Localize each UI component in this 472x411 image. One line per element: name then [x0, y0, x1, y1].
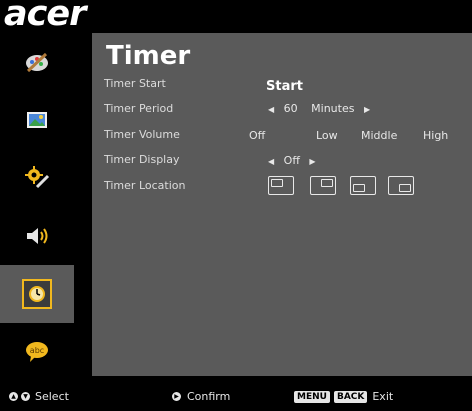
timer-volume-option-high[interactable]: High [423, 129, 448, 142]
timer-start-button[interactable]: Start [266, 79, 303, 94]
location-marker [353, 184, 365, 192]
timer-location-top-left[interactable] [268, 176, 294, 195]
timer-period-value: 60 [283, 102, 298, 115]
up-arrow-icon: ▲ [9, 392, 18, 401]
left-arrow-icon[interactable]: ◀ [268, 105, 274, 114]
timer-location-bottom-right[interactable] [388, 176, 414, 195]
down-arrow-icon: ▼ [21, 392, 30, 401]
timer-location-top-right[interactable] [310, 176, 336, 195]
acer-logo: acer [4, 0, 86, 34]
footer-help-bar: ▲ ▼ Select ▶ Confirm MENU BACK Exit [0, 376, 472, 411]
timer-start-label: Timer Start [104, 77, 166, 90]
timer-volume-option-low[interactable]: Low [316, 129, 338, 142]
palette-brush-icon [24, 51, 50, 73]
menu-key: MENU [294, 390, 330, 403]
timer-period-unit: Minutes [311, 102, 355, 115]
location-marker [321, 179, 333, 187]
location-marker [271, 179, 283, 187]
location-marker [399, 184, 411, 192]
page-title: Timer [106, 41, 191, 71]
timer-display-value: Off [283, 154, 300, 167]
timer-display-control[interactable]: ◀ Off ▶ [268, 154, 316, 167]
svg-text:abc: abc [30, 346, 44, 355]
select-hint: ▲ ▼ Select [9, 390, 69, 403]
confirm-label: Confirm [187, 390, 231, 403]
exit-hint: MENU BACK Exit [294, 390, 393, 403]
timer-period-control[interactable]: ◀ 60 Minutes ▶ [268, 102, 370, 115]
sidebar-item-color[interactable] [0, 33, 74, 91]
right-arrow-icon: ▶ [172, 392, 181, 401]
timer-volume-option-off[interactable]: Off [249, 129, 265, 142]
back-key: BACK [333, 390, 368, 403]
sidebar-item-timer[interactable] [0, 265, 74, 323]
exit-label: Exit [372, 390, 394, 403]
sidebar-item-audio[interactable] [0, 207, 74, 265]
speech-bubble-abc-icon: abc [24, 341, 50, 363]
top-bar: acer [0, 0, 472, 34]
clock-icon [28, 285, 46, 303]
left-arrow-icon[interactable]: ◀ [268, 157, 274, 166]
timer-display-label: Timer Display [104, 153, 180, 166]
picture-icon [26, 110, 48, 130]
timer-period-label: Timer Period [104, 102, 174, 115]
active-selection-frame [22, 279, 52, 309]
right-arrow-icon[interactable]: ▶ [364, 105, 370, 114]
confirm-hint: ▶ Confirm [172, 390, 230, 403]
gear-wrench-icon [24, 166, 50, 190]
osd-sidebar: abc [0, 33, 74, 376]
right-arrow-icon[interactable]: ▶ [309, 157, 315, 166]
timer-location-label: Timer Location [104, 179, 186, 192]
sidebar-item-language[interactable]: abc [0, 323, 74, 381]
speaker-icon [25, 226, 49, 246]
timer-volume-label: Timer Volume [104, 128, 180, 141]
select-label: Select [35, 390, 69, 403]
timer-volume-option-middle[interactable]: Middle [361, 129, 397, 142]
sidebar-item-management[interactable] [0, 149, 74, 207]
sidebar-item-image[interactable] [0, 91, 74, 149]
timer-panel: Timer Timer Start Start Timer Period ◀ 6… [92, 33, 472, 376]
timer-location-bottom-left[interactable] [350, 176, 376, 195]
